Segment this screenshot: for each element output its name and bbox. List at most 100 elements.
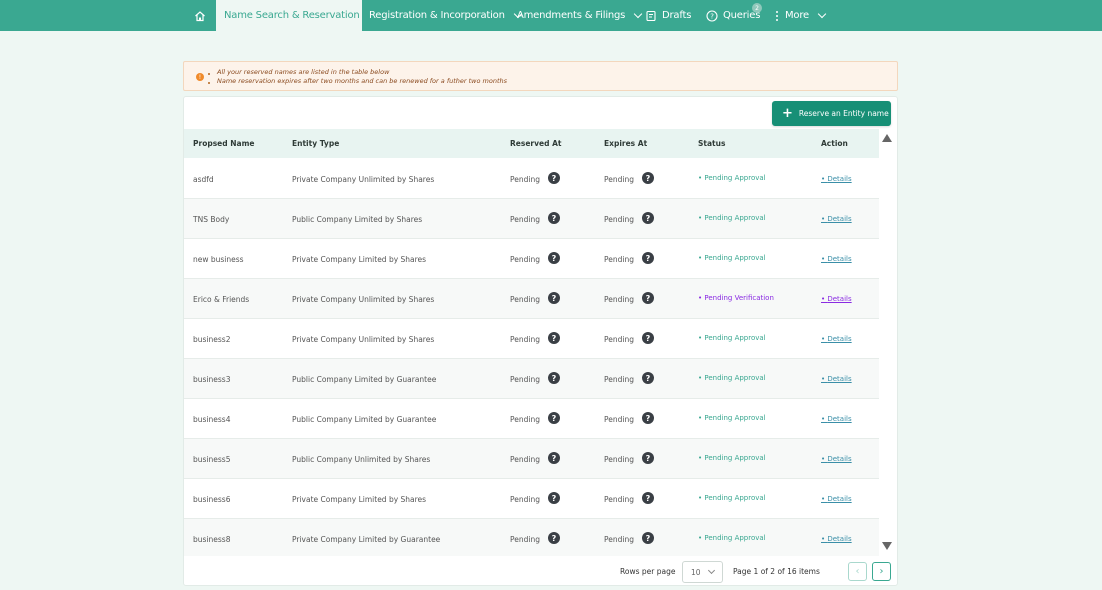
details-link[interactable]: • Details [821,535,852,543]
details-link[interactable]: • Details [821,255,852,263]
entity-type: Public Company Limited by Guarantee [292,415,437,424]
table-header: Propsed Name Entity Type Reserved At Exp… [184,129,879,158]
expires-at: Pending [604,335,634,344]
info-banner: ! All your reserved names are listed in … [183,61,898,91]
reserve-entity-name-button[interactable]: + Reserve an Entity name [772,101,891,126]
chevron-left-icon: ‹ [855,566,860,577]
details-link[interactable]: • Details [821,175,852,183]
reserved-at: Pending [510,495,540,504]
question-circle-icon[interactable]: ? [548,292,560,304]
nav-drafts[interactable]: Drafts [645,0,691,31]
chevron-down-icon [817,9,827,19]
status-badge: • Pending Approval [698,534,766,542]
expires-at: Pending [604,375,634,384]
question-circle-icon[interactable]: ? [548,412,560,424]
banner-line-1: All your reserved names are listed in th… [217,68,390,76]
vertical-dots-icon [776,10,778,21]
scroll-up-arrow[interactable] [882,134,892,142]
expires-at: Pending [604,455,634,464]
question-circle-icon[interactable]: ? [642,492,654,504]
reserved-at: Pending [510,335,540,344]
nav-more[interactable]: More [774,0,827,31]
nav-registration-label: Registration & Incorporation [369,10,505,21]
question-circle-icon[interactable]: ? [642,172,654,184]
expires-at: Pending [604,415,634,424]
question-circle-icon[interactable]: ? [642,292,654,304]
column-header-name[interactable]: Propsed Name [193,139,255,148]
reserved-at: Pending [510,215,540,224]
column-header-reserved-at[interactable]: Reserved At [510,139,561,148]
chevron-down-icon [633,9,643,19]
reserved-at: Pending [510,375,540,384]
nav-more-label: More [785,10,809,21]
expires-at: Pending [604,175,634,184]
status-badge: • Pending Verification [698,294,774,302]
reserved-at: Pending [510,415,540,424]
question-circle-icon[interactable]: ? [642,532,654,544]
proposed-name: business6 [193,495,231,504]
reserved-at: Pending [510,295,540,304]
details-link[interactable]: • Details [821,415,852,423]
plus-icon: + [782,106,793,121]
question-circle-icon[interactable]: ? [548,172,560,184]
proposed-name: asdfd [193,175,214,184]
nav-amendments[interactable]: Amendments & Filings [517,0,643,31]
question-circle-icon[interactable]: ? [642,212,654,224]
svg-text:?: ? [710,12,714,20]
question-circle-icon[interactable]: ? [548,252,560,264]
column-header-action[interactable]: Action [821,139,848,148]
details-link[interactable]: • Details [821,215,852,223]
reserved-at: Pending [510,535,540,544]
top-navigation: Name Search & Reservation Registration &… [0,0,1102,31]
question-circle-icon[interactable]: ? [548,332,560,344]
banner-line-2: Name reservation expires after two month… [217,77,508,85]
nav-name-search[interactable]: Name Search & Reservation [216,0,373,31]
status-badge: • Pending Approval [698,374,766,382]
table-row: business5 Public Company Unlimited by Sh… [184,439,879,479]
reserve-entity-name-label: Reserve an Entity name [798,109,889,118]
status-badge: • Pending Approval [698,254,766,262]
question-circle-icon[interactable]: ? [642,372,654,384]
details-link[interactable]: • Details [821,375,852,383]
prev-page-button[interactable]: ‹ [848,562,867,581]
details-link[interactable]: • Details [821,495,852,503]
question-circle-icon[interactable]: ? [548,532,560,544]
nav-registration[interactable]: Registration & Incorporation [369,0,522,31]
proposed-name: business4 [193,415,231,424]
expires-at: Pending [604,255,634,264]
question-circle-icon[interactable]: ? [642,452,654,464]
entity-type: Private Company Limited by Shares [292,255,427,264]
page-info: Page 1 of 2 of 16 items [733,567,820,576]
question-circle-icon[interactable]: ? [548,212,560,224]
status-badge: • Pending Approval [698,214,766,222]
rows-per-page-label: Rows per page [620,567,676,576]
status-badge: • Pending Approval [698,334,766,342]
question-circle-icon[interactable]: ? [642,252,654,264]
table-row: business3 Public Company Limited by Guar… [184,359,879,399]
nav-home[interactable] [190,0,210,31]
rows-per-page-select[interactable]: 10 [682,561,723,583]
question-circle-icon[interactable]: ? [642,412,654,424]
next-page-button[interactable]: › [872,562,891,581]
details-link[interactable]: • Details [821,335,852,343]
column-header-expires-at[interactable]: Expires At [604,139,647,148]
details-link[interactable]: • Details [821,455,852,463]
chevron-right-icon: › [879,566,884,577]
table-row: asdfd Private Company Unlimited by Share… [184,159,879,199]
table-row: business4 Public Company Limited by Guar… [184,399,879,439]
nav-name-search-label: Name Search & Reservation [224,10,360,21]
table-row: business2 Private Company Unlimited by S… [184,319,879,359]
column-header-status[interactable]: Status [698,139,725,148]
proposed-name: Erico & Friends [193,295,250,304]
proposed-name: business3 [193,375,231,384]
details-link[interactable]: • Details [821,295,852,303]
proposed-name: business8 [193,535,231,544]
scroll-down-arrow[interactable] [882,542,892,550]
entity-type: Private Company Unlimited by Shares [292,335,435,344]
column-header-entity-type[interactable]: Entity Type [292,139,339,148]
question-circle-icon[interactable]: ? [548,452,560,464]
question-circle-icon[interactable]: ? [548,492,560,504]
question-circle-icon[interactable]: ? [548,372,560,384]
reserved-at: Pending [510,175,540,184]
question-circle-icon[interactable]: ? [642,332,654,344]
